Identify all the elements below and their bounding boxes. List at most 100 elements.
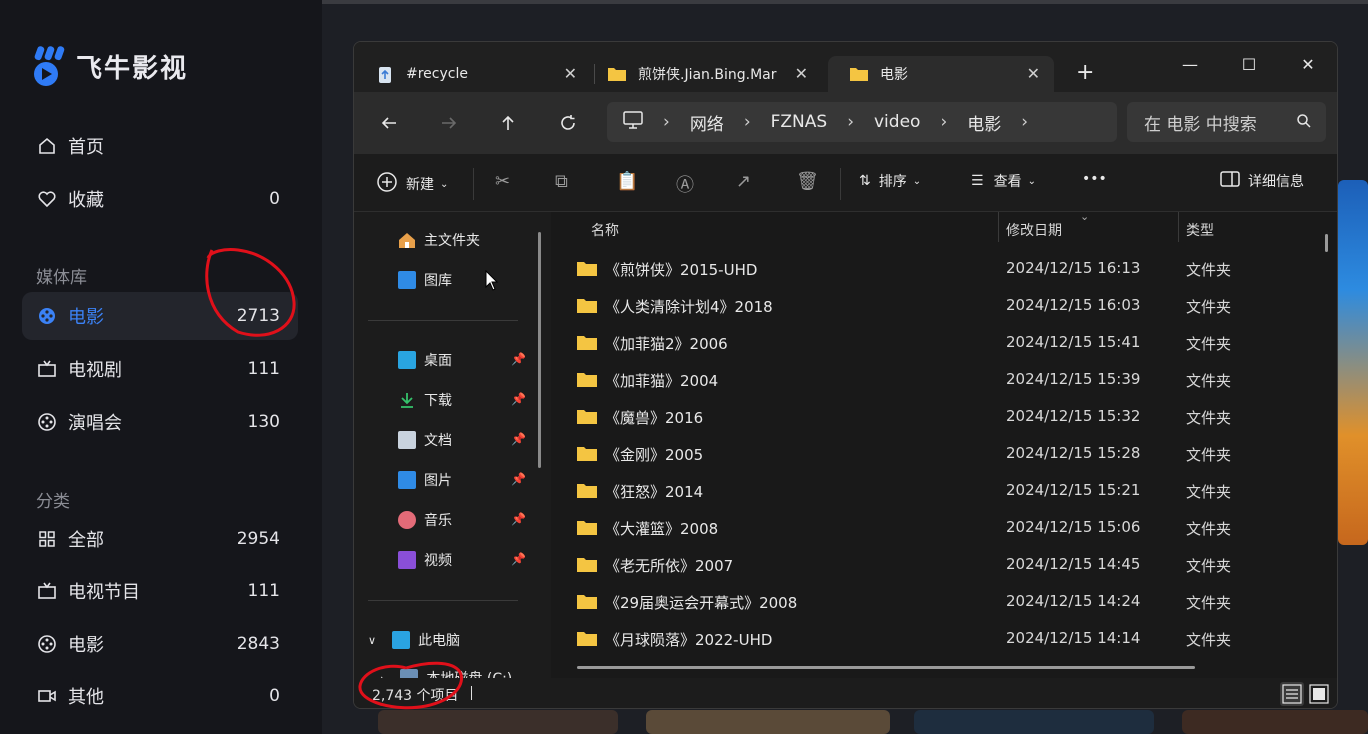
category-tv-shows[interactable]: 电视节目 111	[22, 567, 298, 615]
table-row[interactable]: 《煎饼侠》2015-UHD 2024/12/15 16:13 文件夹	[551, 250, 1321, 287]
tab-jianbingxia[interactable]: 煎饼侠.Jian.Bing.Mar ✕	[586, 56, 822, 92]
close-tab-icon[interactable]: ✕	[1027, 64, 1040, 83]
tab-recycle[interactable]: #recycle ✕	[354, 56, 591, 92]
library-item-concerts[interactable]: 演唱会 130	[22, 398, 298, 446]
table-row[interactable]: 《月球陨落》2022-UHD 2024/12/15 14:14 文件夹	[551, 620, 1321, 657]
paste-button[interactable]: 📋	[616, 171, 638, 192]
file-list-scrollbar[interactable]	[1325, 234, 1328, 252]
forward-button[interactable]	[436, 110, 462, 136]
file-date: 2024/12/15 15:39	[1006, 370, 1141, 388]
table-row[interactable]: 《大灌篮》2008 2024/12/15 15:06 文件夹	[551, 509, 1321, 546]
breadcrumb-video[interactable]: video	[874, 112, 920, 132]
library-item-tv[interactable]: 电视剧 111	[22, 345, 298, 393]
minimize-button[interactable]: —	[1170, 50, 1210, 78]
poster-thumbnail[interactable]	[1338, 180, 1368, 545]
nav-pictures[interactable]: 图片	[398, 470, 452, 490]
pin-icon[interactable]: 📌	[511, 352, 526, 366]
column-header-date[interactable]: 修改日期	[1006, 220, 1062, 240]
column-header-name[interactable]: 名称	[591, 220, 619, 240]
delete-button[interactable]: 🗑	[796, 171, 819, 192]
details-pane-button[interactable]: 详细信息	[1220, 171, 1304, 191]
back-button[interactable]	[376, 110, 402, 136]
copy-button[interactable]: ⧉	[555, 171, 568, 192]
maximize-button[interactable]: ☐	[1229, 50, 1269, 78]
cut-button[interactable]: ✂	[495, 171, 510, 192]
app-logo[interactable]: 飞牛影视	[30, 44, 188, 88]
breadcrumb-network[interactable]: 网络	[690, 110, 724, 135]
file-name: 《加菲猫2》2006	[605, 335, 728, 353]
nav-favorites[interactable]: 收藏 0	[22, 175, 298, 223]
close-tab-icon[interactable]: ✕	[564, 64, 577, 83]
nav-documents[interactable]: 文档	[398, 430, 452, 450]
chevron-down-icon[interactable]: ∨	[368, 634, 376, 647]
breadcrumb-fznas[interactable]: FZNAS	[771, 112, 828, 132]
table-row[interactable]: 《人类清除计划4》2018 2024/12/15 16:03 文件夹	[551, 287, 1321, 324]
category-all[interactable]: 全部 2954	[22, 515, 298, 563]
column-header-type[interactable]: 类型	[1186, 220, 1214, 240]
pin-icon[interactable]: 📌	[511, 472, 526, 486]
column-divider[interactable]	[1178, 212, 1179, 242]
pin-icon[interactable]: 📌	[511, 392, 526, 406]
new-button[interactable]: 新建 ⌄	[376, 171, 448, 197]
nav-downloads[interactable]: 下载	[398, 390, 452, 410]
file-type: 文件夹	[1186, 594, 1232, 612]
library-item-count: 111	[247, 359, 280, 379]
category-other[interactable]: 其他 0	[22, 672, 298, 720]
library-item-movies[interactable]: 电影 2713	[22, 292, 298, 340]
poster-thumbnail[interactable]	[914, 710, 1154, 734]
nav-music[interactable]: 音乐	[398, 510, 452, 530]
chevron-down-icon: ⌄	[1027, 175, 1036, 187]
refresh-button[interactable]	[555, 110, 581, 136]
new-tab-button[interactable]: +	[1076, 60, 1094, 85]
film-reel-icon	[36, 411, 58, 433]
nav-this-pc[interactable]: ∨ 此电脑	[368, 630, 460, 650]
pin-icon[interactable]: 📌	[511, 552, 526, 566]
table-row[interactable]: 《魔兽》2016 2024/12/15 15:32 文件夹	[551, 398, 1321, 435]
search-input[interactable]: 在 电影 中搜索	[1127, 102, 1326, 142]
category-movies[interactable]: 电影 2843	[22, 620, 298, 668]
file-date: 2024/12/15 14:24	[1006, 592, 1141, 610]
table-row[interactable]: 《加菲猫2》2006 2024/12/15 15:41 文件夹	[551, 324, 1321, 361]
table-row[interactable]: 《狂怒》2014 2024/12/15 15:21 文件夹	[551, 472, 1321, 509]
share-button[interactable]: ↗	[736, 171, 751, 192]
close-window-button[interactable]: ✕	[1288, 50, 1328, 78]
nav-pane-scrollbar[interactable]	[538, 232, 541, 468]
table-row[interactable]: 《金刚》2005 2024/12/15 15:28 文件夹	[551, 435, 1321, 472]
poster-thumbnail[interactable]	[646, 710, 890, 734]
rename-button[interactable]: Ⓐ	[676, 171, 694, 197]
tab-movies[interactable]: 电影 ✕	[828, 56, 1054, 92]
sort-button[interactable]: ⇅ 排序 ⌄	[859, 171, 921, 191]
address-bar[interactable]: › 网络 › FZNAS › video › 电影 ›	[607, 102, 1117, 142]
more-options-button[interactable]: •••	[1082, 171, 1107, 187]
computer-icon	[392, 631, 411, 649]
file-type: 文件夹	[1186, 520, 1232, 538]
file-name: 《老无所依》2007	[605, 557, 734, 575]
thumbnail-icon	[1309, 684, 1329, 704]
app-name: 飞牛影视	[76, 53, 189, 84]
nav-videos[interactable]: 视频	[398, 550, 452, 570]
breadcrumb-movies[interactable]: 电影	[967, 110, 1001, 135]
column-divider[interactable]	[998, 212, 999, 242]
nav-gallery[interactable]: 图库	[398, 270, 452, 290]
table-row[interactable]: 《加菲猫》2004 2024/12/15 15:39 文件夹	[551, 361, 1321, 398]
folder-icon	[577, 520, 597, 535]
up-button[interactable]	[495, 110, 521, 136]
pin-icon[interactable]: 📌	[511, 432, 526, 446]
copy-icon: ⧉	[555, 171, 568, 192]
view-button[interactable]: ☰ 查看 ⌄	[971, 171, 1036, 191]
nav-home-folder[interactable]: 主文件夹	[398, 230, 480, 250]
table-row[interactable]: 《老无所依》2007 2024/12/15 14:45 文件夹	[551, 546, 1321, 583]
nav-desktop[interactable]: 桌面	[398, 350, 452, 370]
folder-icon	[608, 66, 626, 82]
close-tab-icon[interactable]: ✕	[795, 64, 808, 83]
table-row[interactable]: 《29届奥运会开幕式》2008 2024/12/15 14:24 文件夹	[551, 583, 1321, 620]
pin-icon[interactable]: 📌	[511, 512, 526, 526]
details-view-button[interactable]	[1280, 682, 1304, 706]
thumbnail-view-button[interactable]	[1307, 682, 1331, 706]
horizontal-scrollbar[interactable]	[577, 666, 1195, 669]
nav-home[interactable]: 首页	[22, 122, 298, 170]
category-section-label: 分类	[36, 492, 70, 512]
details-pane-icon	[1220, 171, 1240, 191]
poster-thumbnail[interactable]	[378, 710, 618, 734]
poster-thumbnail[interactable]	[1182, 710, 1368, 734]
